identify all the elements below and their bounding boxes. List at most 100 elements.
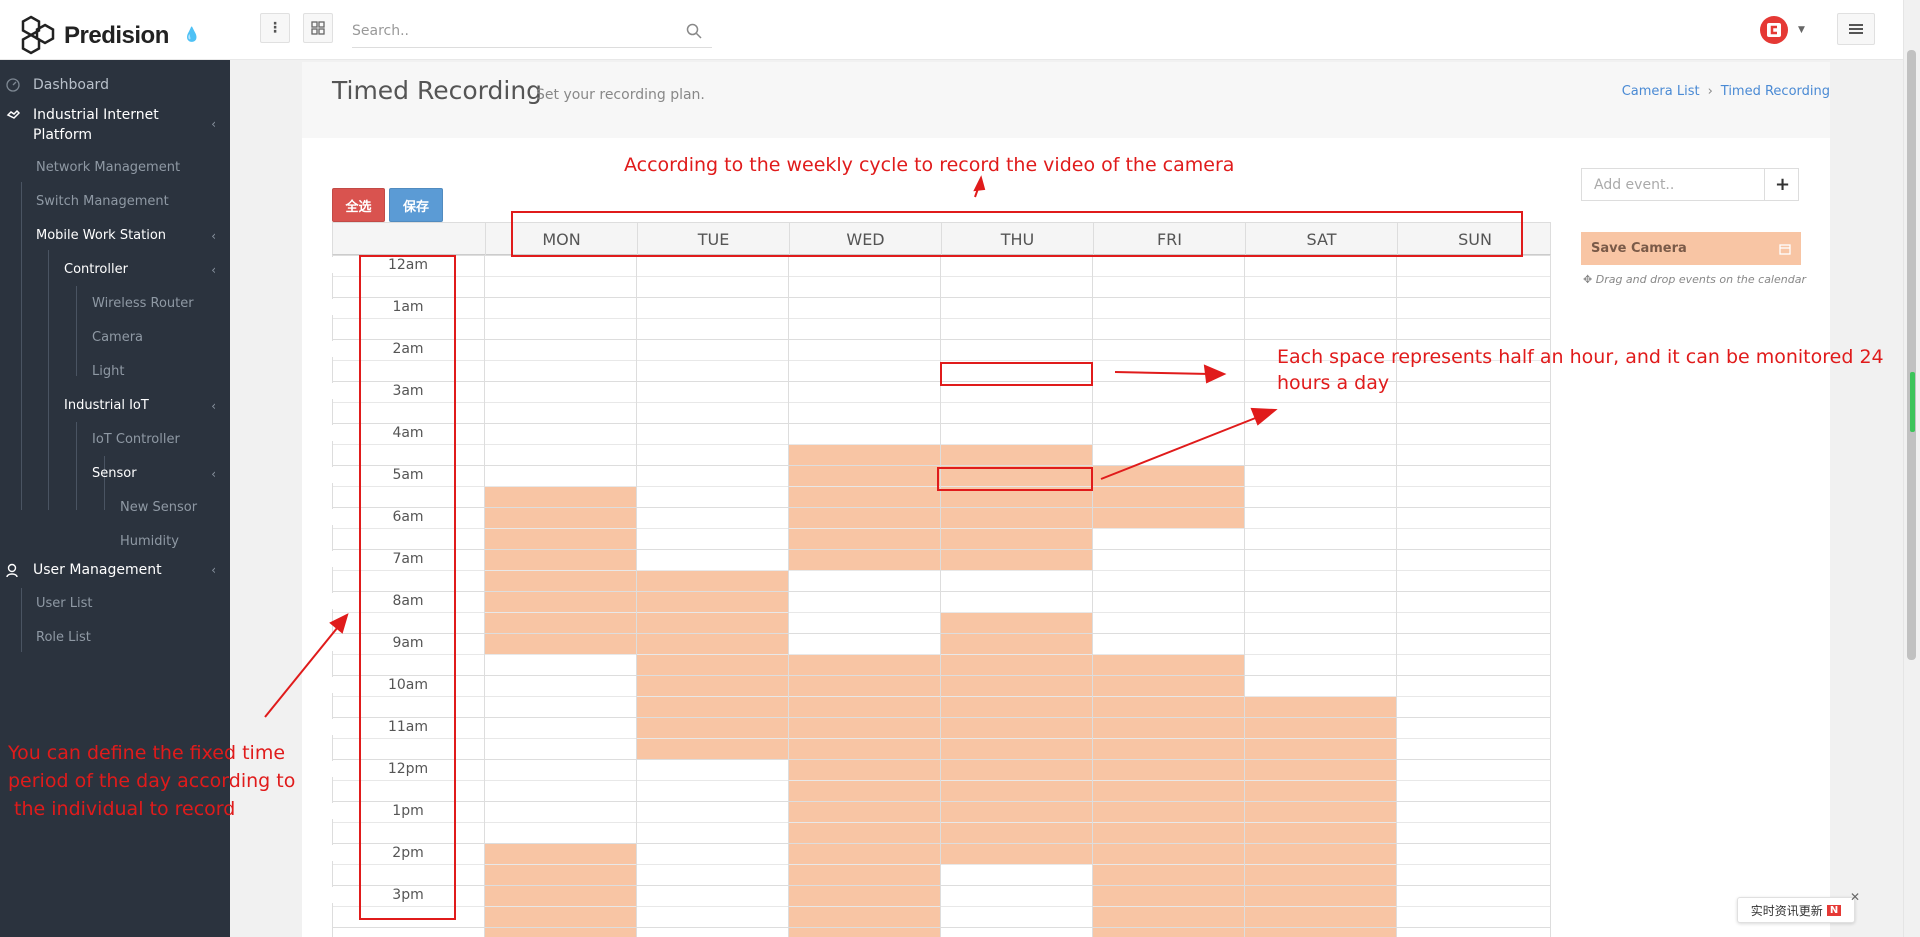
sidebar-item-iot-controller[interactable]: IoT Controller bbox=[0, 432, 230, 447]
grid-row-line bbox=[332, 780, 1551, 781]
recording-event[interactable] bbox=[636, 570, 788, 759]
annotation-box-slot bbox=[937, 467, 1093, 491]
grid-row-line bbox=[332, 885, 1551, 886]
annotation-box-slot bbox=[940, 362, 1093, 386]
grid-row-line bbox=[332, 717, 1551, 718]
drag-hint-text: Drag and drop events on the calendar bbox=[1595, 273, 1806, 286]
grid-row-line bbox=[332, 465, 1551, 466]
breadcrumb-camera-list[interactable]: Camera List bbox=[1622, 84, 1700, 99]
sidebar-item-camera[interactable]: Camera bbox=[0, 330, 230, 345]
sidebar-item-mobile-work-station[interactable]: Mobile Work Station ‹ bbox=[0, 228, 230, 243]
sidebar-item-label: New Sensor bbox=[120, 500, 198, 515]
grid-row-line bbox=[332, 297, 1551, 298]
settings-toggle-button[interactable] bbox=[1837, 13, 1875, 45]
grid-row-line bbox=[332, 591, 1551, 592]
grid-row-line bbox=[332, 444, 1551, 445]
page-title: Timed Recording bbox=[332, 76, 543, 105]
grid-row-line bbox=[332, 549, 1551, 550]
sidebar-item-industrial-iot[interactable]: Industrial IoT ‹ bbox=[0, 398, 230, 413]
select-all-button[interactable]: 全选 bbox=[332, 188, 385, 222]
sidebar-item-network-management[interactable]: Network Management bbox=[0, 160, 230, 175]
breadcrumb-separator: › bbox=[1707, 84, 1713, 99]
sidebar-item-label: Industrial Internet bbox=[33, 107, 159, 123]
user-gear-icon bbox=[6, 563, 18, 577]
sidebar-item-label: Wireless Router bbox=[92, 296, 194, 311]
grid-row-line bbox=[332, 822, 1551, 823]
search-input[interactable] bbox=[352, 15, 686, 46]
chevron-left-icon: ‹ bbox=[211, 563, 216, 577]
breadcrumb-timed-recording[interactable]: Timed Recording bbox=[1721, 84, 1830, 99]
grid-row-line bbox=[332, 864, 1551, 865]
recording-event[interactable] bbox=[1092, 465, 1244, 528]
sidebar-item-switch-management[interactable]: Switch Management bbox=[0, 194, 230, 209]
sidebar-item-new-sensor[interactable]: New Sensor bbox=[0, 500, 230, 515]
news-badge-icon: N bbox=[1826, 904, 1842, 916]
vertical-dots-icon: ⋮ bbox=[268, 20, 282, 36]
sidebar-item-label: User List bbox=[36, 596, 93, 611]
grid-row-line bbox=[332, 276, 1551, 277]
save-camera-label: Save Camera bbox=[1591, 241, 1687, 256]
save-camera-event[interactable]: Save Camera bbox=[1581, 232, 1801, 265]
sidebar-item-label: Role List bbox=[36, 630, 91, 645]
sidebar-item-controller[interactable]: Controller ‹ bbox=[0, 262, 230, 277]
chevron-left-icon: ‹ bbox=[211, 466, 216, 481]
sidebar-item-label: IoT Controller bbox=[92, 432, 180, 447]
annotation-define-line2: period of the day according to bbox=[8, 770, 296, 792]
droplet-icon[interactable]: 💧 bbox=[183, 27, 200, 43]
avatar bbox=[1760, 16, 1788, 44]
grid-row-line bbox=[332, 612, 1551, 613]
annotation-box-times bbox=[359, 255, 456, 920]
breadcrumb: Camera List › Timed Recording bbox=[1622, 84, 1830, 99]
grid-row-line bbox=[332, 339, 1551, 340]
recording-event[interactable] bbox=[484, 843, 636, 937]
sidebar-item-light[interactable]: Light bbox=[0, 364, 230, 379]
grid-row-line bbox=[332, 696, 1551, 697]
chevron-left-icon: ‹ bbox=[211, 262, 216, 277]
sidebar-item-label: Light bbox=[92, 364, 125, 379]
brand-logo[interactable]: Predision bbox=[18, 15, 169, 57]
sidebar-item-label: Mobile Work Station bbox=[36, 228, 167, 243]
sidebar-item-label: Switch Management bbox=[36, 194, 169, 209]
grid-row-line bbox=[332, 927, 1551, 928]
c-logo-icon bbox=[1767, 23, 1781, 37]
sidebar-item-sensor[interactable]: Sensor ‹ bbox=[0, 466, 230, 481]
news-toast[interactable]: 实时资讯更新 N ✕ bbox=[1737, 890, 1860, 923]
user-avatar-menu[interactable]: ▼ bbox=[1760, 14, 1820, 46]
sidebar-item-label: Industrial IoT bbox=[64, 398, 149, 413]
sidebar-item-label: User Management bbox=[33, 562, 162, 578]
grid-icon bbox=[311, 21, 325, 35]
grid-row-line bbox=[332, 738, 1551, 739]
annotation-define-line1: You can define the fixed time bbox=[8, 742, 286, 764]
grid-row-line bbox=[332, 423, 1551, 424]
grid-row-line bbox=[332, 843, 1551, 844]
move-icon: ✥ bbox=[1583, 273, 1593, 286]
more-options-button[interactable]: ⋮ bbox=[260, 13, 290, 43]
scrollbar-thumb[interactable] bbox=[1907, 50, 1916, 660]
sidebar-item-label: Dashboard bbox=[33, 77, 109, 93]
drag-hint: ✥ Drag and drop events on the calendar bbox=[1583, 273, 1806, 286]
sidebar-item-role-list[interactable]: Role List bbox=[0, 630, 230, 645]
sidebar-item-label: Sensor bbox=[92, 466, 137, 481]
sidebar-item-industrial-internet-platform[interactable]: Industrial Internet Platform ‹ bbox=[0, 105, 230, 145]
hexagon-logo-icon bbox=[21, 15, 55, 55]
search-icon[interactable] bbox=[686, 23, 702, 39]
sidebar-item-wireless-router[interactable]: Wireless Router bbox=[0, 296, 230, 311]
sidebar-item-user-management[interactable]: User Management ‹ bbox=[0, 562, 230, 578]
grid-row-line bbox=[332, 801, 1551, 802]
grid-row-line bbox=[332, 570, 1551, 571]
sidebar-item-label: Camera bbox=[92, 330, 144, 345]
sidebar-item-dashboard[interactable]: Dashboard bbox=[0, 77, 230, 93]
annotation-box-days bbox=[511, 211, 1523, 257]
search-bar bbox=[352, 14, 712, 48]
sidebar-item-humidity[interactable]: Humidity bbox=[0, 534, 230, 549]
recording-event[interactable] bbox=[1244, 696, 1396, 937]
grid-view-button[interactable] bbox=[303, 13, 333, 43]
chevron-left-icon: ‹ bbox=[211, 228, 216, 243]
sidebar-item-user-list[interactable]: User List bbox=[0, 596, 230, 611]
page-scrollbar[interactable] bbox=[1903, 0, 1920, 937]
save-button[interactable]: 保存 bbox=[389, 188, 443, 222]
close-icon[interactable]: ✕ bbox=[1850, 890, 1860, 904]
dashboard-gauge-icon bbox=[6, 78, 20, 92]
add-event-button[interactable]: + bbox=[1764, 168, 1800, 201]
sidebar-item-label: Platform bbox=[33, 127, 93, 143]
